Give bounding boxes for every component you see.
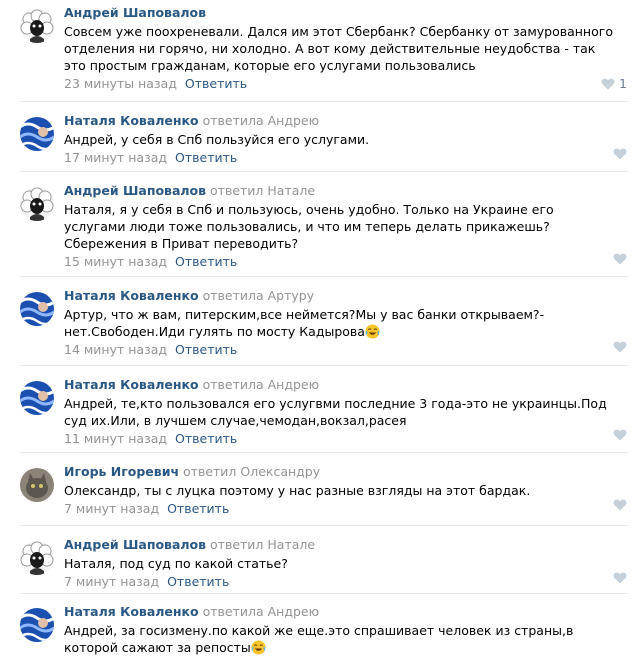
author-link[interactable]: Наталя Коваленко	[64, 288, 199, 303]
comment-header: Наталя Коваленко ответила Андрею	[64, 112, 616, 130]
laughing-emoji-icon	[365, 324, 380, 339]
reply-button[interactable]: Ответить	[167, 574, 229, 589]
reply-to-label: ответила Артуру	[202, 288, 315, 303]
comment-text-content: Андрей, за госизмену.по какой же еще.это…	[64, 623, 574, 655]
comment-header: Наталя Коваленко ответила Андрею	[64, 603, 616, 621]
like-button[interactable]	[613, 572, 627, 584]
author-link[interactable]: Андрей Шаповалов	[64, 183, 206, 198]
comment-time[interactable]: 7 минут назад	[64, 501, 159, 516]
reply-button[interactable]: Ответить	[175, 150, 237, 165]
comment-text: Андрей, у себя в Спб пользуйся его услуг…	[64, 131, 616, 148]
heart-icon	[613, 572, 627, 584]
comment-text-content: Андрей, те,кто пользовался его услугвми …	[64, 396, 607, 428]
comment-text-content: Артур, что ж вам, питерским,все неймется…	[64, 307, 545, 339]
avatar[interactable]	[20, 468, 54, 502]
comment-text-content: Наталя, я у себя в Спб и пользуюсь, очен…	[64, 202, 554, 251]
comment-divider	[20, 452, 628, 453]
comment-meta: 11 минут назад Ответить	[64, 431, 616, 447]
comment-header: Игорь Игоревич ответил Олександру	[64, 463, 616, 481]
author-link[interactable]: Игорь Игоревич	[64, 464, 179, 479]
comment-text-content: Олександр, ты с луцка поэтому у нас разн…	[64, 483, 531, 498]
reply-to-label: ответила Андрею	[202, 113, 320, 128]
avatar[interactable]	[20, 292, 54, 326]
comment-text-content: Андрей, у себя в Спб пользуйся его услуг…	[64, 132, 370, 147]
comment-divider	[20, 171, 628, 172]
comment-text-content: Наталя, под суд по какой статье?	[64, 556, 288, 571]
comment-meta: 17 минут назад Ответить	[64, 150, 616, 166]
comment-header: Андрей Шаповалов	[64, 4, 616, 22]
heart-icon	[613, 499, 627, 511]
comment-time[interactable]: 23 минуты назад	[64, 76, 177, 91]
reply-to-label: ответил Натале	[210, 537, 316, 552]
reply-to-label: ответил Олександру	[183, 464, 321, 479]
heart-icon	[601, 78, 615, 90]
comment-text: Андрей, за госизмену.по какой же еще.это…	[64, 622, 616, 656]
reply-button[interactable]: Ответить	[175, 342, 237, 357]
comment-meta: 23 минуты назад Ответить	[64, 76, 616, 92]
author-link[interactable]: Андрей Шаповалов	[64, 5, 206, 20]
avatar[interactable]	[20, 9, 54, 43]
like-button[interactable]	[613, 253, 627, 265]
heart-icon	[613, 253, 627, 265]
comment-divider	[20, 593, 628, 594]
comment-meta: 15 минут назад Ответить	[64, 254, 616, 270]
like-button[interactable]	[613, 341, 627, 353]
reply-to-label: ответила Андрею	[202, 377, 320, 392]
like-button[interactable]	[613, 148, 627, 160]
comment-meta: 7 минут назад Ответить	[64, 501, 616, 517]
comment-header: Наталя Коваленко ответила Андрею	[64, 376, 616, 394]
comment-header: Наталя Коваленко ответила Артуру	[64, 287, 616, 305]
comment-text: Олександр, ты с луцка поэтому у нас разн…	[64, 482, 616, 499]
like-count: 1	[619, 76, 627, 91]
comment-text: Артур, что ж вам, питерским,все неймется…	[64, 306, 616, 340]
comment-meta: 14 минут назад Ответить	[64, 342, 616, 358]
heart-icon	[613, 429, 627, 441]
avatar[interactable]	[20, 541, 54, 575]
comment-time[interactable]: 14 минут назад	[64, 342, 167, 357]
comment-time[interactable]: 15 минут назад	[64, 254, 167, 269]
avatar[interactable]	[20, 187, 54, 221]
comment-time[interactable]: 7 минут назад	[64, 574, 159, 589]
comment-text-content: Совсем уже поохреневали. Дался им этот С…	[64, 24, 613, 73]
avatar[interactable]	[20, 608, 54, 642]
avatar[interactable]	[20, 117, 54, 151]
author-link[interactable]: Андрей Шаповалов	[64, 537, 206, 552]
comment-meta: 7 минут назад Ответить	[64, 574, 616, 590]
heart-icon	[613, 341, 627, 353]
comment-divider	[20, 101, 628, 102]
heart-icon	[613, 148, 627, 160]
author-link[interactable]: Наталя Коваленко	[64, 604, 199, 619]
reply-button[interactable]: Ответить	[167, 501, 229, 516]
comment-header: Андрей Шаповалов ответил Натале	[64, 536, 616, 554]
like-button[interactable]: 1	[601, 77, 627, 91]
like-button[interactable]	[613, 429, 627, 441]
reply-button[interactable]: Ответить	[175, 431, 237, 446]
comment-time[interactable]: 17 минут назад	[64, 150, 167, 165]
comment-divider	[20, 276, 628, 277]
comment-text: Андрей, те,кто пользовался его услугвми …	[64, 395, 616, 429]
author-link[interactable]: Наталя Коваленко	[64, 377, 199, 392]
like-button[interactable]	[613, 499, 627, 511]
reply-button[interactable]: Ответить	[185, 76, 247, 91]
comment-text: Наталя, я у себя в Спб и пользуюсь, очен…	[64, 201, 616, 252]
comment-divider	[20, 365, 628, 366]
reply-to-label: ответила Андрею	[202, 604, 320, 619]
author-link[interactable]: Наталя Коваленко	[64, 113, 199, 128]
laughing-emoji-icon	[251, 640, 266, 655]
comment-time[interactable]: 11 минут назад	[64, 431, 167, 446]
comment-text: Наталя, под суд по какой статье?	[64, 555, 616, 572]
comment-header: Андрей Шаповалов ответил Натале	[64, 182, 616, 200]
comment-divider	[20, 525, 628, 526]
reply-button[interactable]: Ответить	[175, 254, 237, 269]
comment-text: Совсем уже поохреневали. Дался им этот С…	[64, 23, 616, 74]
reply-to-label: ответил Натале	[210, 183, 316, 198]
avatar[interactable]	[20, 381, 54, 415]
